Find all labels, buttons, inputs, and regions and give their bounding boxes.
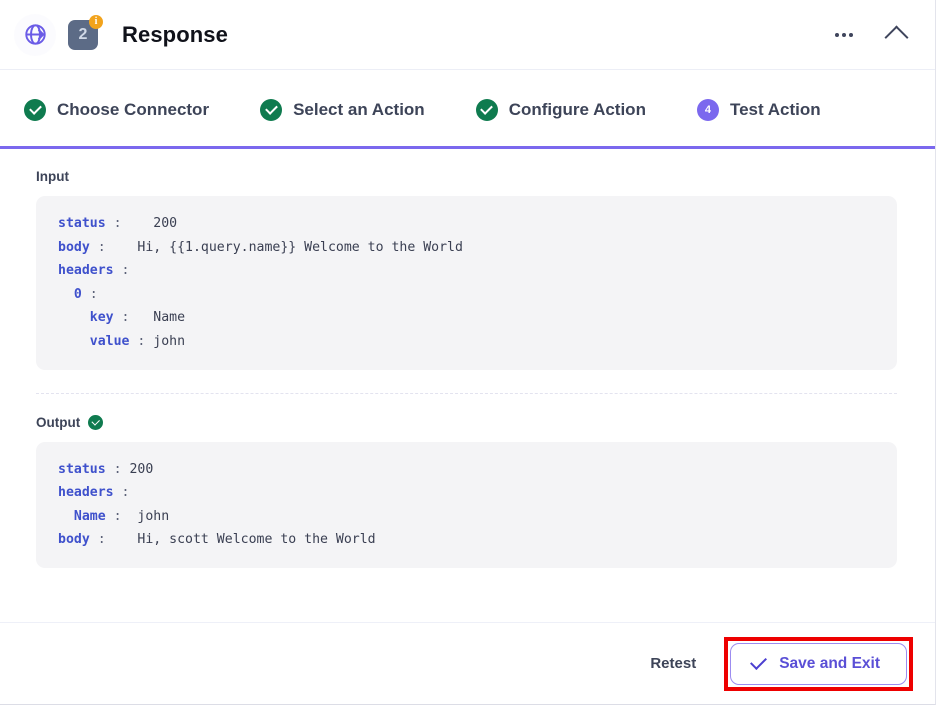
step-number-badge: 2 i (68, 14, 103, 50)
step-number-circle: 4 (696, 98, 719, 121)
code-key: status (58, 461, 106, 477)
code-colon: : (113, 310, 130, 326)
code-line: headers : (58, 481, 879, 505)
ellipsis-dot (842, 32, 846, 37)
code-line: key : Name (58, 306, 879, 330)
code-colon: : (89, 239, 106, 255)
code-colon: : (81, 286, 98, 302)
code-key: headers (58, 485, 114, 501)
step-status-check-icon (475, 98, 498, 121)
check-glyph (480, 102, 494, 115)
code-key: value (89, 333, 130, 349)
check-glyph (264, 102, 278, 115)
code-colon: : (89, 532, 106, 548)
output-label-text: Output (36, 414, 81, 430)
code-value: Name (129, 310, 186, 326)
input-section-label: Input (36, 169, 897, 184)
success-check-icon (88, 414, 104, 430)
response-panel: 2 i Response Choose Connector Select an … (0, 0, 936, 705)
code-line: body : Hi, {{1.query.name}} Welcome to t… (58, 236, 879, 260)
output-code-block: status : 200 headers : Name : john body : … (36, 441, 897, 568)
code-colon: : (105, 461, 122, 477)
check-glyph (28, 102, 42, 115)
output-section-label: Output (36, 414, 897, 430)
stepper-active-underline (0, 146, 935, 149)
ellipsis-dot (835, 32, 839, 37)
wizard-stepper: Choose Connector Select an Action Config… (0, 70, 935, 149)
code-key: key (89, 310, 114, 326)
code-value: 200 (121, 216, 178, 231)
code-line: value : john (58, 330, 879, 354)
code-value: 200 (121, 461, 154, 477)
code-key: headers (58, 263, 114, 279)
code-colon: : (113, 263, 130, 279)
code-key: Name (73, 508, 106, 524)
save-and-exit-button[interactable]: Save and Exit (730, 642, 907, 685)
code-line: 0 : (58, 283, 879, 307)
step-label: Configure Action (508, 99, 646, 119)
retest-button[interactable]: Retest (644, 647, 702, 680)
code-line: status : 200 (58, 212, 879, 236)
info-badge-icon: i (89, 14, 103, 29)
step-label: Choose Connector (57, 99, 210, 119)
check-glyph (91, 417, 100, 426)
code-colon: : (113, 485, 130, 501)
code-line: status : 200 (58, 458, 879, 482)
step-select-an-action[interactable]: Select an Action (260, 98, 425, 121)
save-and-exit-label: Save and Exit (779, 654, 880, 672)
code-colon: : (129, 333, 146, 349)
code-colon: : (105, 508, 122, 524)
ellipsis-dot (849, 32, 853, 37)
check-icon (750, 653, 768, 670)
panel-header: 2 i Response (0, 0, 935, 70)
code-colon: : (105, 216, 122, 231)
input-label-text: Input (36, 169, 69, 184)
section-divider (36, 392, 897, 394)
step-status-check-icon (24, 98, 46, 121)
globe-icon (14, 13, 56, 56)
input-code-block: status : 200 body : Hi, {{1.query.name}} … (36, 196, 897, 370)
code-line: Name : john (58, 505, 879, 529)
step-configure-action[interactable]: Configure Action (475, 98, 646, 121)
code-key: 0 (73, 286, 82, 302)
code-value: john (121, 508, 170, 524)
step-status-check-icon (260, 98, 283, 121)
step-test-action[interactable]: 4 Test Action (696, 98, 821, 121)
code-value: Hi, scott Welcome to the World (105, 532, 376, 548)
chevron-up-glyph (883, 24, 909, 50)
code-line: body : Hi, scott Welcome to the World (58, 528, 879, 552)
chevron-up-icon[interactable] (879, 18, 913, 52)
code-value: john (145, 333, 186, 349)
code-line: headers : (58, 259, 879, 283)
panel-footer: Retest Save and Exit (0, 622, 935, 704)
code-key: body (58, 532, 90, 548)
step-label: Select an Action (293, 99, 425, 119)
save-and-exit-highlight-wrap: Save and Exit (724, 636, 913, 691)
code-key: status (58, 216, 106, 231)
code-key: body (58, 239, 90, 255)
ellipsis-icon[interactable] (827, 18, 861, 52)
code-value: Hi, {{1.query.name}} Welcome to the Worl… (105, 239, 463, 255)
panel-content: Input status : 200 body : Hi, {{1.query.n… (0, 149, 935, 622)
step-number-label: 4 (704, 103, 712, 116)
step-choose-connector[interactable]: Choose Connector (24, 98, 210, 121)
step-label: Test Action (729, 99, 821, 119)
page-title: Response (122, 21, 228, 47)
